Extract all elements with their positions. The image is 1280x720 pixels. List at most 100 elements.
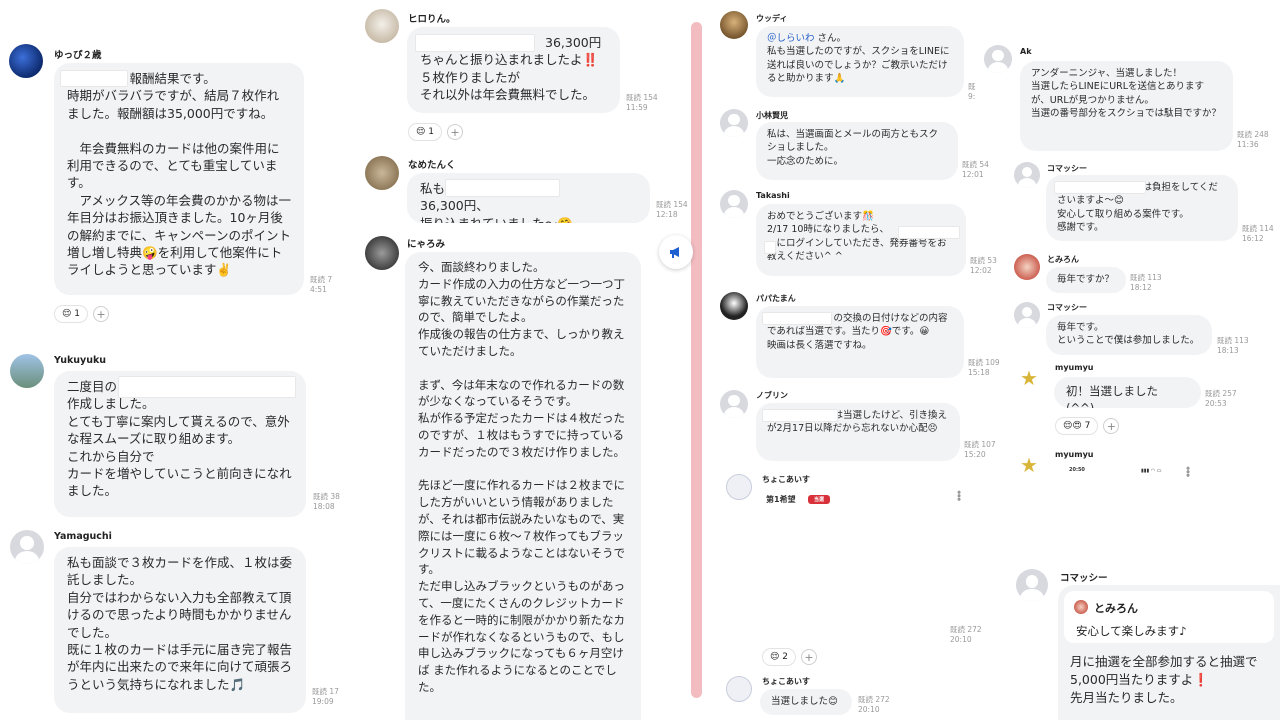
sender-name: Yamaguchi xyxy=(54,531,112,542)
sender-name: 小林賢児 xyxy=(756,111,788,120)
message-bubble[interactable]: とみろん 安心して楽しみます♪ 月に抽選を全部参加すると抽選で5,000円当たり… xyxy=(1058,585,1280,720)
reaction-bar: 😌 1 + xyxy=(54,305,109,323)
card-label: 第1希望 xyxy=(766,495,796,504)
redacted-text xyxy=(762,409,838,422)
quoted-sender: とみろん xyxy=(1094,602,1138,615)
sender-name: コマッシー xyxy=(1060,573,1108,584)
timeline-bar xyxy=(691,22,702,698)
message-bubble[interactable]: 今、面談終わりました。 カード作成の入力の仕方など一つ一つ丁寧に教えていただきな… xyxy=(405,252,641,720)
read-receipt: 既読 17 19:09 xyxy=(312,687,339,707)
read-receipt: 既読 154 11:59 xyxy=(626,93,658,113)
screenshot-time: 20:50 xyxy=(1069,467,1085,473)
quoted-message[interactable]: とみろん 安心して楽しみます♪ xyxy=(1064,591,1274,643)
plus-icon: + xyxy=(804,650,814,664)
sender-name: とみろん xyxy=(1047,255,1079,264)
status-icons: ▮▮▮ ◠ ▭ xyxy=(1141,468,1162,474)
sender-name: ウッディ xyxy=(756,14,788,23)
message-bubble[interactable]: 私は、当選画面とメールの両方ともスクショしました。 一応念のために。 xyxy=(756,122,958,180)
reaction-chip[interactable]: 😌 1 xyxy=(408,123,442,141)
message-bubble[interactable]: 初！当選しました (^^) xyxy=(1054,377,1201,408)
read-receipt: 既読 114 16:12 xyxy=(1242,224,1274,244)
avatar[interactable] xyxy=(10,354,44,388)
sender-name: ゆっぴ２歳 xyxy=(54,50,102,61)
read-receipt: 既読 272 20:10 xyxy=(858,695,890,715)
message-bubble[interactable]: 私も面談で３枚カードを作成、１枚は委託しました。 自分ではわからない入力も全部教… xyxy=(54,547,306,713)
read-receipt: 既読 54 12:01 xyxy=(962,160,989,180)
quoted-text: 安心して楽しみます♪ xyxy=(1076,624,1187,638)
sender-name: ノブリン xyxy=(756,391,788,400)
read-receipt: 既読 272 20:10 xyxy=(950,625,982,645)
avatar[interactable] xyxy=(720,11,748,39)
message-bubble[interactable]: 毎年ですか？ xyxy=(1046,267,1126,293)
message-text: 月に抽選を全部参加すると抽選で5,000円当たりますよ❗️ 先月当たりました。 xyxy=(1070,654,1258,705)
read-receipt: 既 9: xyxy=(968,82,976,102)
avatar[interactable] xyxy=(726,474,752,500)
avatar[interactable] xyxy=(365,9,399,43)
avatar[interactable] xyxy=(1016,569,1048,601)
avatar[interactable] xyxy=(1014,254,1040,280)
avatar[interactable] xyxy=(720,390,748,418)
avatar[interactable] xyxy=(984,45,1012,73)
read-receipt: 既読 257 20:53 xyxy=(1205,389,1237,409)
avatar[interactable] xyxy=(726,676,752,702)
add-reaction-button[interactable]: + xyxy=(92,306,109,322)
mention-link[interactable]: ＠しらいわ xyxy=(767,33,815,44)
read-receipt: 既読 113 18:13 xyxy=(1217,336,1249,356)
add-reaction-button[interactable]: + xyxy=(446,124,463,140)
redacted-text xyxy=(60,70,128,87)
message-bubble[interactable]: ＠しらいわ さん。 私も当選したのですが、スクショをLINEに送れば良いのでしょ… xyxy=(756,26,964,97)
shared-image[interactable]: 第1希望 当選 ••• xyxy=(762,487,965,637)
redacted-text xyxy=(415,34,535,52)
message-bubble[interactable]: 当選しました😊 xyxy=(760,689,852,715)
message-bubble[interactable]: 報酬結果です。 時期がバラバラですが、結局７枚作れました。報酬額は35,000円… xyxy=(54,63,304,295)
avatar[interactable] xyxy=(10,530,44,564)
reaction-bar: 😌😍 7 + xyxy=(1055,417,1120,435)
reaction-chip[interactable]: 😌 2 xyxy=(762,648,796,666)
avatar[interactable] xyxy=(720,190,748,218)
plus-icon: + xyxy=(450,125,460,139)
avatar[interactable] xyxy=(720,109,748,137)
sender-name: Takashi xyxy=(756,191,790,200)
redacted-text xyxy=(762,312,832,325)
reaction-chip[interactable]: 😌 1 xyxy=(54,305,88,323)
avatar[interactable] xyxy=(9,44,43,78)
message-bubble[interactable]: アンダーニンジャ、当選しました！ 当選したらLINEにURLを送信とありますが、… xyxy=(1020,61,1233,151)
message-bubble[interactable]: おめでとうございます🎊 2/17 10時になりましたら、 にログインしていただき… xyxy=(756,204,966,276)
read-receipt: 既読 113 18:12 xyxy=(1130,273,1162,293)
read-receipt: 既読 248 11:36 xyxy=(1237,130,1269,150)
star-icon: ★ xyxy=(1020,453,1038,477)
announcement-button[interactable] xyxy=(659,235,693,269)
read-receipt: 既読 154 12:18 xyxy=(656,200,688,220)
read-receipt: 既読 107 15:20 xyxy=(964,440,996,460)
redacted-text xyxy=(118,376,296,398)
more-vertical-icon[interactable]: ••• xyxy=(952,489,965,499)
avatar[interactable] xyxy=(1014,162,1040,188)
star-icon: ★ xyxy=(1020,366,1038,390)
more-vertical-icon[interactable]: ••• xyxy=(1181,465,1194,475)
add-reaction-button[interactable]: + xyxy=(1103,418,1120,434)
sender-name: コマッシー xyxy=(1047,164,1087,173)
reaction-bar: 😌 1 + xyxy=(408,123,463,141)
sender-name: ちょこあいす xyxy=(762,475,810,484)
avatar[interactable] xyxy=(365,156,399,190)
avatar xyxy=(1074,600,1088,614)
reaction-bar: 😌 2 + xyxy=(762,648,817,666)
avatar[interactable] xyxy=(365,236,399,270)
sender-name: myumyu xyxy=(1055,450,1094,459)
read-receipt: 既読 38 18:08 xyxy=(313,492,340,512)
message-bubble[interactable]: 毎年です。 ということで僕は参加しました。 xyxy=(1046,315,1212,355)
sender-name: Yukuyuku xyxy=(54,355,107,366)
status-badge: 当選 xyxy=(808,495,831,504)
avatar[interactable] xyxy=(720,292,748,320)
reaction-chip[interactable]: 😌😍 7 xyxy=(1055,417,1099,435)
read-receipt: 既読 53 12:02 xyxy=(970,256,997,276)
sender-name: なめたんく xyxy=(408,160,456,171)
sender-name: コマッシー xyxy=(1047,303,1087,312)
add-reaction-button[interactable]: + xyxy=(800,649,817,665)
sender-name: にゃろみ xyxy=(407,239,446,250)
plus-icon: + xyxy=(1106,419,1116,433)
plus-icon: + xyxy=(96,307,106,321)
read-receipt: 既読 109 15:18 xyxy=(968,358,1000,378)
avatar[interactable] xyxy=(1014,302,1040,328)
shared-screenshot[interactable]: 20:50 ▮▮▮ ◠ ▭ xyxy=(1055,463,1175,483)
